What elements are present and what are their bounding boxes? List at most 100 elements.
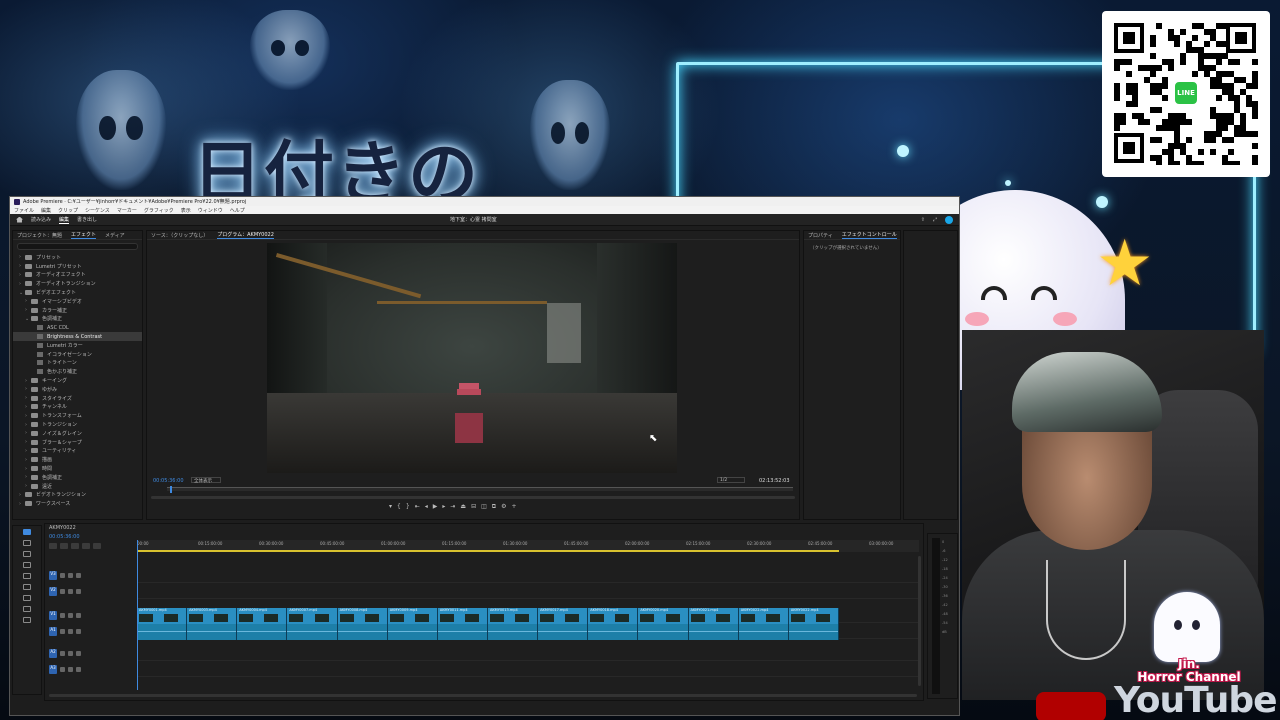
menu-item[interactable]: 表示 <box>181 207 191 214</box>
video-clip[interactable]: AKMY0017.mp4 <box>538 608 589 624</box>
monitor-time-ruler[interactable] <box>167 486 793 493</box>
play-icon[interactable]: ▶ <box>433 503 438 511</box>
tree-item[interactable]: トライトーン <box>13 359 142 368</box>
lift-icon[interactable]: ⏏ <box>460 503 466 511</box>
effect-panel-tab[interactable]: エフェクトコントロール <box>841 231 897 239</box>
video-clip[interactable]: AKMY0022.mp4 <box>788 608 839 624</box>
video-clip[interactable]: AKMY0008.mp4 <box>337 608 388 624</box>
menu-item[interactable]: シーケンス <box>85 207 110 214</box>
window-titlebar[interactable]: Adobe Premiere · C:¥ユーザー¥jinhorr¥ドキュメント¥… <box>10 197 959 206</box>
tree-item[interactable]: › イマーシブビデオ <box>13 297 142 306</box>
slip-tool-icon[interactable] <box>23 573 31 579</box>
eye-icon[interactable] <box>76 613 81 618</box>
tree-item[interactable]: ⌄ ビデオエフェクト <box>13 288 142 297</box>
monitor-tab[interactable]: ソース：（クリップなし） <box>151 232 208 239</box>
audio-clip[interactable] <box>287 624 338 640</box>
track-target-toggle[interactable]: V1 <box>49 611 57 620</box>
video-clip[interactable]: AKMY0011.mp4 <box>437 608 488 624</box>
video-clip[interactable]: AKMY0009.mp4 <box>387 608 438 624</box>
tree-item[interactable]: ⌄ 色調補正 <box>13 315 142 324</box>
snap-icon[interactable] <box>60 543 68 549</box>
video-clip[interactable]: AKMY0003.mp4 <box>187 608 238 624</box>
comparison-view-icon[interactable]: ⧉ <box>492 503 496 511</box>
audio-clip[interactable] <box>187 624 238 640</box>
lock-icon[interactable] <box>60 629 65 634</box>
track-target-toggle[interactable]: A1 <box>49 627 57 636</box>
audio-clip[interactable] <box>738 624 789 640</box>
track-lane[interactable] <box>137 584 919 599</box>
track-lane[interactable] <box>137 646 919 661</box>
resolution-dropdown[interactable]: 1/2 <box>717 477 745 483</box>
audio-clip[interactable] <box>387 624 438 640</box>
tree-item[interactable]: › スタイライズ <box>13 394 142 403</box>
timeline-timecode[interactable]: 00:05:36:00 <box>49 534 80 540</box>
audio-clip[interactable] <box>538 624 589 640</box>
lock-icon[interactable] <box>60 667 65 672</box>
tree-item[interactable]: ASC CDL <box>13 323 142 332</box>
sync-lock-icon[interactable] <box>68 613 73 618</box>
tree-item[interactable]: › ノイズ＆グレイン <box>13 429 142 438</box>
menu-item[interactable]: グラフィック <box>144 207 174 214</box>
menu-item[interactable]: マーカー <box>117 207 137 214</box>
pen-tool-icon[interactable] <box>23 584 31 590</box>
sync-lock-icon[interactable] <box>68 573 73 578</box>
timeline-tab[interactable]: AKMY0022 <box>49 525 76 531</box>
left-panel-tab[interactable]: メディア <box>105 232 125 239</box>
video-clip[interactable]: AKMY0004.mp4 <box>237 608 288 624</box>
tree-item[interactable]: › 遠近 <box>13 482 142 491</box>
go-to-in-icon[interactable]: ⇤ <box>415 503 420 511</box>
tree-item[interactable]: › カラー補正 <box>13 306 142 315</box>
workspace-export[interactable]: 書き出し <box>77 216 97 223</box>
tree-item[interactable]: イコライゼーション <box>13 350 142 359</box>
add-button-icon[interactable]: + <box>511 503 516 511</box>
track-lane[interactable] <box>137 662 919 677</box>
tree-item[interactable]: › 描画 <box>13 455 142 464</box>
track-select-tool-icon[interactable] <box>23 540 31 546</box>
menu-item[interactable]: ヘルプ <box>230 207 245 214</box>
home-icon[interactable] <box>16 216 23 223</box>
audio-clip[interactable] <box>638 624 689 640</box>
tree-item[interactable]: › 色調補正 <box>13 473 142 482</box>
tree-item[interactable]: › トランジション <box>13 420 142 429</box>
audio-clip[interactable] <box>588 624 639 640</box>
fullscreen-icon[interactable]: ⤢ <box>933 217 937 223</box>
tree-item[interactable]: › オーディオエフェクト <box>13 271 142 280</box>
sync-lock-icon[interactable] <box>68 589 73 594</box>
tree-item[interactable]: › キーイング <box>13 376 142 385</box>
tree-item[interactable]: › Lumetri プリセット <box>13 262 142 271</box>
tree-item[interactable]: › ゆがみ <box>13 385 142 394</box>
workspace-edit[interactable]: 編集 <box>59 216 70 224</box>
go-to-out-icon[interactable]: ⇥ <box>450 503 455 511</box>
tree-item[interactable]: › ワークスペース <box>13 499 142 508</box>
menu-item[interactable]: ファイル <box>14 207 34 214</box>
step-back-icon[interactable]: ◂ <box>425 503 428 511</box>
video-clip[interactable]: AKMY0013.mp4 <box>487 608 539 624</box>
timeline-horizontal-scrollbar[interactable] <box>49 694 917 697</box>
menu-item[interactable]: ウィンドウ <box>198 207 223 214</box>
timeline-settings-icon[interactable] <box>93 543 101 549</box>
type-tool-icon[interactable] <box>23 617 31 623</box>
creative-cloud-icon[interactable] <box>945 215 953 224</box>
video-clip[interactable]: AKMY0018.mp4 <box>588 608 639 624</box>
add-marker-icon[interactable] <box>82 543 90 549</box>
video-clip[interactable]: AKMY0007.mp4 <box>287 608 338 624</box>
playhead-timecode[interactable]: 00:05:36:00 <box>153 478 184 484</box>
tree-item[interactable]: › ユーティリティ <box>13 447 142 456</box>
track-target-toggle[interactable]: A2 <box>49 649 57 658</box>
tree-item[interactable]: › 時間 <box>13 464 142 473</box>
menu-item[interactable]: クリップ <box>58 207 78 214</box>
monitor-zoom-scrollbar[interactable] <box>151 496 795 499</box>
razor-tool-icon[interactable] <box>23 562 31 568</box>
sync-lock-icon[interactable] <box>68 629 73 634</box>
nest-toggle-icon[interactable] <box>49 543 57 549</box>
audio-clip[interactable] <box>487 624 539 640</box>
video-frame[interactable]: ⬉ <box>267 243 677 473</box>
left-panel-tab[interactable]: エフェクト <box>71 231 97 239</box>
tree-item[interactable]: Lumetri カラー <box>13 341 142 350</box>
lock-icon[interactable] <box>60 651 65 656</box>
timeline-playhead[interactable] <box>137 540 138 690</box>
marker-icon[interactable]: ▾ <box>389 503 392 511</box>
timeline-vertical-scrollbar[interactable] <box>918 556 921 686</box>
selection-tool-icon[interactable] <box>23 529 31 535</box>
mark-in-icon[interactable]: { <box>397 503 401 511</box>
